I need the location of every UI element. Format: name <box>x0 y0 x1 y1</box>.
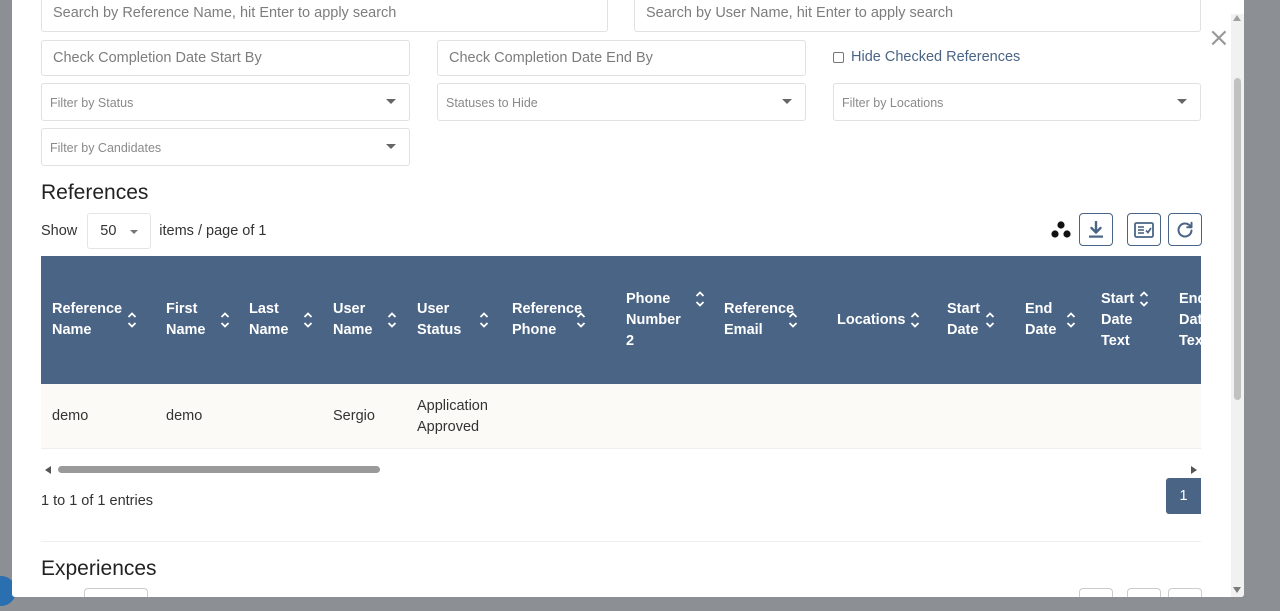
experiences-download-button[interactable] <box>1079 588 1113 597</box>
page-size-value: 50 <box>100 223 117 239</box>
horizontal-scroll-thumb[interactable] <box>58 466 380 473</box>
statuses-hide-select[interactable]: Statuses to Hide <box>437 83 806 121</box>
entries-summary: 1 to 1 of 1 entries <box>41 493 154 509</box>
column-header-locations[interactable]: Locations <box>837 256 920 384</box>
experiences-title: Experiences <box>41 557 157 580</box>
experiences-page-size-select[interactable] <box>84 588 148 597</box>
column-header-first-name[interactable]: First Name <box>166 256 230 384</box>
sort-icon <box>1139 291 1149 307</box>
column-header-last-name[interactable]: Last Name <box>249 256 313 384</box>
column-header-reference-email[interactable]: Reference Email <box>724 256 798 384</box>
page-size-control: Show 50 items / page of 1 <box>41 213 266 249</box>
references-title: References <box>41 181 149 204</box>
section-divider <box>41 541 1201 542</box>
sort-icon <box>695 291 704 307</box>
vertical-scroll-thumb[interactable] <box>1234 78 1241 400</box>
completion-start-input[interactable] <box>42 41 409 75</box>
chevron-down-icon <box>386 144 396 149</box>
column-header-reference-name[interactable]: Reference Name <box>52 256 137 384</box>
candidates-filter-placeholder: Filter by Candidates <box>50 141 162 155</box>
completion-end-input[interactable] <box>438 41 805 75</box>
scroll-right-arrow[interactable] <box>1191 466 1197 474</box>
column-header-end-date[interactable]: End Date <box>1025 256 1076 384</box>
sort-icon <box>788 312 798 328</box>
reference-search-field <box>41 0 608 32</box>
sort-icon <box>387 312 396 328</box>
experiences-refresh-button[interactable] <box>1168 588 1202 597</box>
scroll-left-arrow[interactable] <box>45 466 51 474</box>
chevron-down-icon <box>130 230 139 234</box>
statuses-hide-placeholder: Statuses to Hide <box>446 96 538 110</box>
checklist-icon <box>1134 221 1154 238</box>
chevron-down-icon <box>782 99 792 104</box>
chevron-down-icon <box>1177 99 1187 104</box>
sort-icon <box>303 312 312 328</box>
column-header-phone-number-2[interactable]: Phone Number 2 <box>626 256 705 384</box>
pagination-page-button[interactable]: 1 <box>1166 478 1201 514</box>
completion-end-field <box>437 40 806 76</box>
download-icon <box>1089 220 1103 238</box>
sort-icon <box>480 312 489 328</box>
status-filter-select[interactable]: Filter by Status <box>41 83 410 121</box>
column-header-end-date-text[interactable]: End Date Text <box>1179 256 1201 384</box>
cell-user-name: Sergio <box>333 408 375 424</box>
reference-search-input[interactable] <box>42 0 607 29</box>
cell-first-name: demo <box>166 408 203 424</box>
hide-checked-checkbox[interactable] <box>833 51 844 63</box>
column-header-start-date[interactable]: Start Date <box>947 256 995 384</box>
sort-icon <box>985 312 995 328</box>
column-header-user-status[interactable]: User Status <box>417 256 489 384</box>
close-icon[interactable]: × <box>1208 25 1230 51</box>
sort-icon <box>1067 312 1076 328</box>
scroll-up-arrow[interactable] <box>1233 15 1241 21</box>
references-table: Reference Name First Name Last Name User… <box>41 256 1201 451</box>
scroll-down-arrow[interactable] <box>1233 587 1241 593</box>
refresh-icon <box>1177 221 1193 237</box>
sort-icon <box>220 312 229 328</box>
table-row[interactable]: demo demo Sergio Application Approved <box>41 384 1201 449</box>
user-search-input[interactable] <box>635 0 1200 29</box>
loading-dots-icon <box>1051 221 1071 238</box>
candidates-filter-select[interactable]: Filter by Candidates <box>41 128 410 166</box>
experiences-column-chooser-button[interactable] <box>1127 588 1161 597</box>
column-header-start-date-text[interactable]: Start Date Text <box>1101 256 1149 384</box>
locations-filter-placeholder: Filter by Locations <box>842 96 944 110</box>
status-filter-placeholder: Filter by Status <box>50 96 134 110</box>
hide-checked-toggle[interactable]: Hide Checked References <box>833 48 1020 66</box>
chevron-down-icon <box>386 99 396 104</box>
download-button[interactable] <box>1079 213 1113 246</box>
references-modal: × Hide Checked References Filter by Stat… <box>12 0 1244 597</box>
locations-filter-select[interactable]: Filter by Locations <box>833 83 1201 121</box>
completion-start-field <box>41 40 410 76</box>
table-header: Reference Name First Name Last Name User… <box>41 256 1201 384</box>
refresh-button[interactable] <box>1168 213 1202 246</box>
hide-checked-label: Hide Checked References <box>851 49 1021 65</box>
column-header-reference-phone[interactable]: Reference Phone <box>512 256 586 384</box>
user-search-field <box>634 0 1201 32</box>
cell-reference-name: demo <box>52 408 89 424</box>
cell-user-status: Application Approved <box>417 397 488 435</box>
items-per-page-label: items / page of 1 <box>159 223 267 239</box>
sort-icon <box>576 312 586 328</box>
vertical-scrollbar[interactable] <box>1231 14 1244 597</box>
sort-icon <box>911 312 920 328</box>
horizontal-scrollbar[interactable] <box>41 463 1201 477</box>
show-label: Show <box>41 223 78 239</box>
column-header-user-name[interactable]: User Name <box>333 256 397 384</box>
sort-icon <box>127 312 137 328</box>
page-size-select[interactable]: 50 <box>87 213 152 249</box>
column-chooser-button[interactable] <box>1127 213 1161 246</box>
